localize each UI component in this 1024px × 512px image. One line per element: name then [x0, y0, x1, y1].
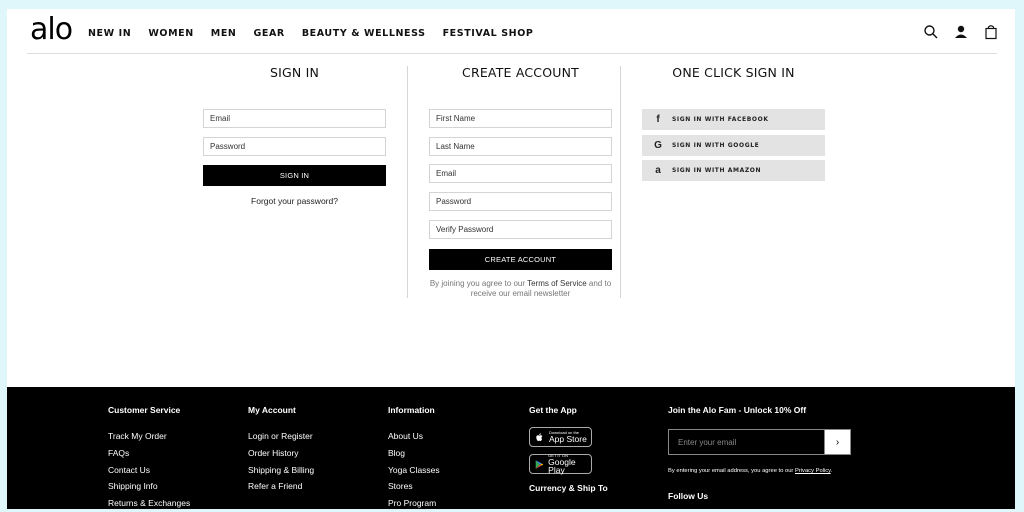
footer-link-about-us[interactable]: About Us: [388, 432, 440, 441]
footer-customer-service-title: Customer Service: [108, 405, 181, 415]
verify-password-input[interactable]: [429, 220, 612, 239]
footer-link-contact-us[interactable]: Contact Us: [108, 465, 190, 475]
amazon-signin-button[interactable]: a SIGN IN WITH AMAZON: [642, 160, 825, 181]
forgot-password-link[interactable]: Forgot your password?: [203, 196, 386, 206]
header-icons: [923, 24, 999, 40]
site-header: alo NEW IN WOMEN MEN GEAR BEAUTY & WELLN…: [7, 9, 1015, 55]
signin-email-input[interactable]: [203, 109, 386, 128]
google-signin-button[interactable]: G SIGN IN WITH GOOGLE: [642, 135, 825, 156]
facebook-signin-label: SIGN IN WITH FACEBOOK: [672, 116, 769, 123]
newsletter-legal-prefix: By entering your email address, you agre…: [668, 468, 795, 474]
footer-link-faqs[interactable]: FAQs: [108, 448, 190, 458]
nav-women[interactable]: WOMEN: [148, 28, 193, 39]
signin-title: SIGN IN: [269, 65, 320, 80]
footer-information-title: Information: [388, 405, 435, 415]
footer-link-blog[interactable]: Blog: [388, 448, 440, 458]
footer-link-track-order[interactable]: Track My Order: [108, 432, 190, 441]
signin-password-input[interactable]: [203, 137, 386, 156]
google-signin-label: SIGN IN WITH GOOGLE: [672, 142, 760, 149]
signin-section: SIGN IN: [203, 65, 386, 80]
google-play-icon: [535, 459, 544, 469]
signin-button[interactable]: SIGN IN: [203, 165, 386, 186]
create-password-input[interactable]: [429, 192, 612, 211]
nav-new-in[interactable]: NEW IN: [88, 28, 131, 39]
newsletter-submit-button[interactable]: ›: [824, 430, 850, 454]
amazon-icon: a: [655, 165, 661, 176]
nav-beauty-wellness[interactable]: BEAUTY & WELLNESS: [302, 28, 426, 39]
google-icon: G: [654, 140, 662, 151]
footer-link-pro-program[interactable]: Pro Program: [388, 499, 440, 508]
nav-men[interactable]: MEN: [211, 28, 237, 39]
footer-get-app: Get the App Download on the App Store GE…: [529, 405, 608, 509]
newsletter-email-input[interactable]: [669, 430, 824, 454]
last-name-input[interactable]: [429, 137, 612, 156]
footer-link-yoga-classes[interactable]: Yoga Classes: [388, 465, 440, 475]
apple-icon: [536, 432, 543, 441]
google-play-big-text: Google Play: [548, 456, 576, 475]
app-store-badge[interactable]: Download on the App Store: [529, 427, 592, 447]
amazon-signin-label: SIGN IN WITH AMAZON: [672, 167, 762, 174]
app-store-big-text: App Store: [549, 433, 587, 444]
newsletter-form: ›: [668, 429, 851, 455]
terms-of-service-link[interactable]: Terms of Service: [527, 279, 587, 288]
create-account-title: CREATE ACCOUNT: [462, 65, 579, 80]
footer-link-order-history[interactable]: Order History: [248, 448, 314, 458]
account-icon[interactable]: [953, 24, 969, 40]
search-icon[interactable]: [923, 24, 939, 40]
footer-link-shipping-info[interactable]: Shipping Info: [108, 482, 190, 491]
one-click-title: ONE CLICK SIGN IN: [672, 65, 795, 80]
footer-link-shipping-billing[interactable]: Shipping & Billing: [248, 465, 314, 475]
site-footer: Customer Service Track My Order FAQs Con…: [7, 387, 1015, 509]
footer-link-returns[interactable]: Returns & Exchanges: [108, 499, 190, 508]
facebook-icon: f: [656, 114, 660, 125]
footer-link-login[interactable]: Login or Register: [248, 432, 314, 441]
main-nav: NEW IN WOMEN MEN GEAR BEAUTY & WELLNESS …: [88, 28, 550, 39]
column-divider-1: [407, 66, 408, 298]
first-name-input[interactable]: [429, 109, 612, 128]
footer-join: Join the Alo Fam - Unlock 10% Off › By e…: [668, 405, 851, 505]
google-play-badge[interactable]: GET IT ON Google Play: [529, 453, 592, 475]
create-account-section: CREATE ACCOUNT: [429, 65, 612, 80]
privacy-policy-link[interactable]: Privacy Policy: [795, 468, 831, 474]
terms-note: By joining you agree to our Terms of Ser…: [429, 279, 612, 299]
create-account-button[interactable]: CREATE ACCOUNT: [429, 249, 612, 270]
footer-join-title: Join the Alo Fam - Unlock 10% Off: [668, 405, 807, 415]
nav-festival-shop[interactable]: FESTIVAL SHOP: [443, 28, 534, 39]
footer-link-stores[interactable]: Stores: [388, 482, 440, 491]
footer-customer-service: Customer Service Track My Order FAQs Con…: [108, 405, 190, 509]
terms-prefix: By joining you agree to our: [429, 279, 528, 288]
currency-ship-to[interactable]: Currency & Ship To: [529, 483, 608, 493]
facebook-signin-button[interactable]: f SIGN IN WITH FACEBOOK: [642, 109, 825, 130]
create-email-input[interactable]: [429, 164, 612, 183]
footer-get-app-title: Get the App: [529, 405, 577, 415]
header-divider: [27, 53, 997, 54]
alo-logo[interactable]: alo: [30, 15, 73, 45]
nav-gear[interactable]: GEAR: [253, 28, 284, 39]
footer-information: Information About Us Blog Yoga Classes S…: [388, 405, 440, 509]
follow-us-title: Follow Us: [668, 491, 709, 501]
shopping-bag-icon[interactable]: [983, 24, 999, 40]
footer-link-refer-friend[interactable]: Refer a Friend: [248, 482, 314, 491]
column-divider-2: [620, 66, 621, 298]
newsletter-legal-suffix: .: [830, 468, 833, 474]
newsletter-legal: By entering your email address, you agre…: [668, 468, 832, 474]
page-frame: alo NEW IN WOMEN MEN GEAR BEAUTY & WELLN…: [7, 9, 1015, 509]
one-click-section: ONE CLICK SIGN IN: [642, 65, 825, 80]
footer-my-account: My Account Login or Register Order Histo…: [248, 405, 314, 499]
footer-my-account-title: My Account: [248, 405, 296, 415]
